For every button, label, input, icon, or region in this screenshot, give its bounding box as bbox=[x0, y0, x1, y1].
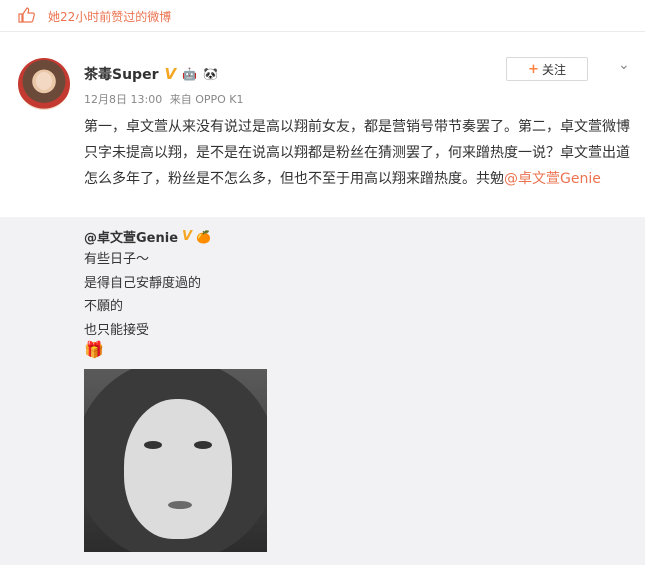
repost-author-link[interactable]: @卓文萱Genie bbox=[84, 227, 178, 246]
chevron-down-icon[interactable]: ⌄ bbox=[618, 57, 630, 73]
post-source: 来自 OPPO K1 bbox=[169, 93, 244, 106]
author-row: 茶毒Super V 🤖 🐼 bbox=[84, 64, 218, 84]
liked-notice-bar: 她22小时前赞过的微博 bbox=[0, 0, 645, 32]
verified-v-icon: V bbox=[182, 229, 193, 244]
follow-button[interactable]: + 关注 bbox=[506, 57, 588, 81]
gift-icon: 🎁 bbox=[84, 340, 104, 359]
weibo-post-card: 茶毒Super V 🤖 🐼 12月8日 13:00 来自 OPPO K1 + 关… bbox=[0, 31, 645, 565]
repost-photo[interactable] bbox=[84, 369, 267, 552]
thumbs-up-icon bbox=[17, 6, 35, 28]
liked-notice-text[interactable]: 她22小时前赞过的微博 bbox=[48, 8, 171, 25]
reposted-content: @卓文萱Genie V 🍊 有些日子～ 是得自己安靜度過的 不願的 也只能接受 … bbox=[0, 217, 645, 565]
plus-icon: + bbox=[528, 61, 539, 77]
panda-badge-icon: 🐼 bbox=[203, 67, 218, 81]
post-meta: 12月8日 13:00 来自 OPPO K1 bbox=[84, 91, 248, 107]
robot-badge-icon: 🤖 bbox=[182, 67, 198, 81]
repost-author-row: @卓文萱Genie V 🍊 bbox=[84, 227, 211, 246]
username[interactable]: 茶毒Super bbox=[84, 64, 158, 84]
badge-icon: 🍊 bbox=[196, 229, 212, 244]
repost-text: 有些日子～ 是得自己安靜度過的 不願的 也只能接受 bbox=[84, 252, 202, 338]
follow-label: 关注 bbox=[541, 62, 566, 77]
post-text: 第一，卓文萱从来没有说过是高以翔前女友，都是营销号带节奏罢了。第二，卓文萱微博只… bbox=[84, 119, 630, 187]
post-date[interactable]: 12月8日 13:00 bbox=[84, 93, 162, 106]
mention-link[interactable]: @卓文萱Genie bbox=[504, 171, 601, 187]
verified-v-icon: V bbox=[164, 65, 177, 83]
avatar[interactable] bbox=[18, 58, 70, 110]
